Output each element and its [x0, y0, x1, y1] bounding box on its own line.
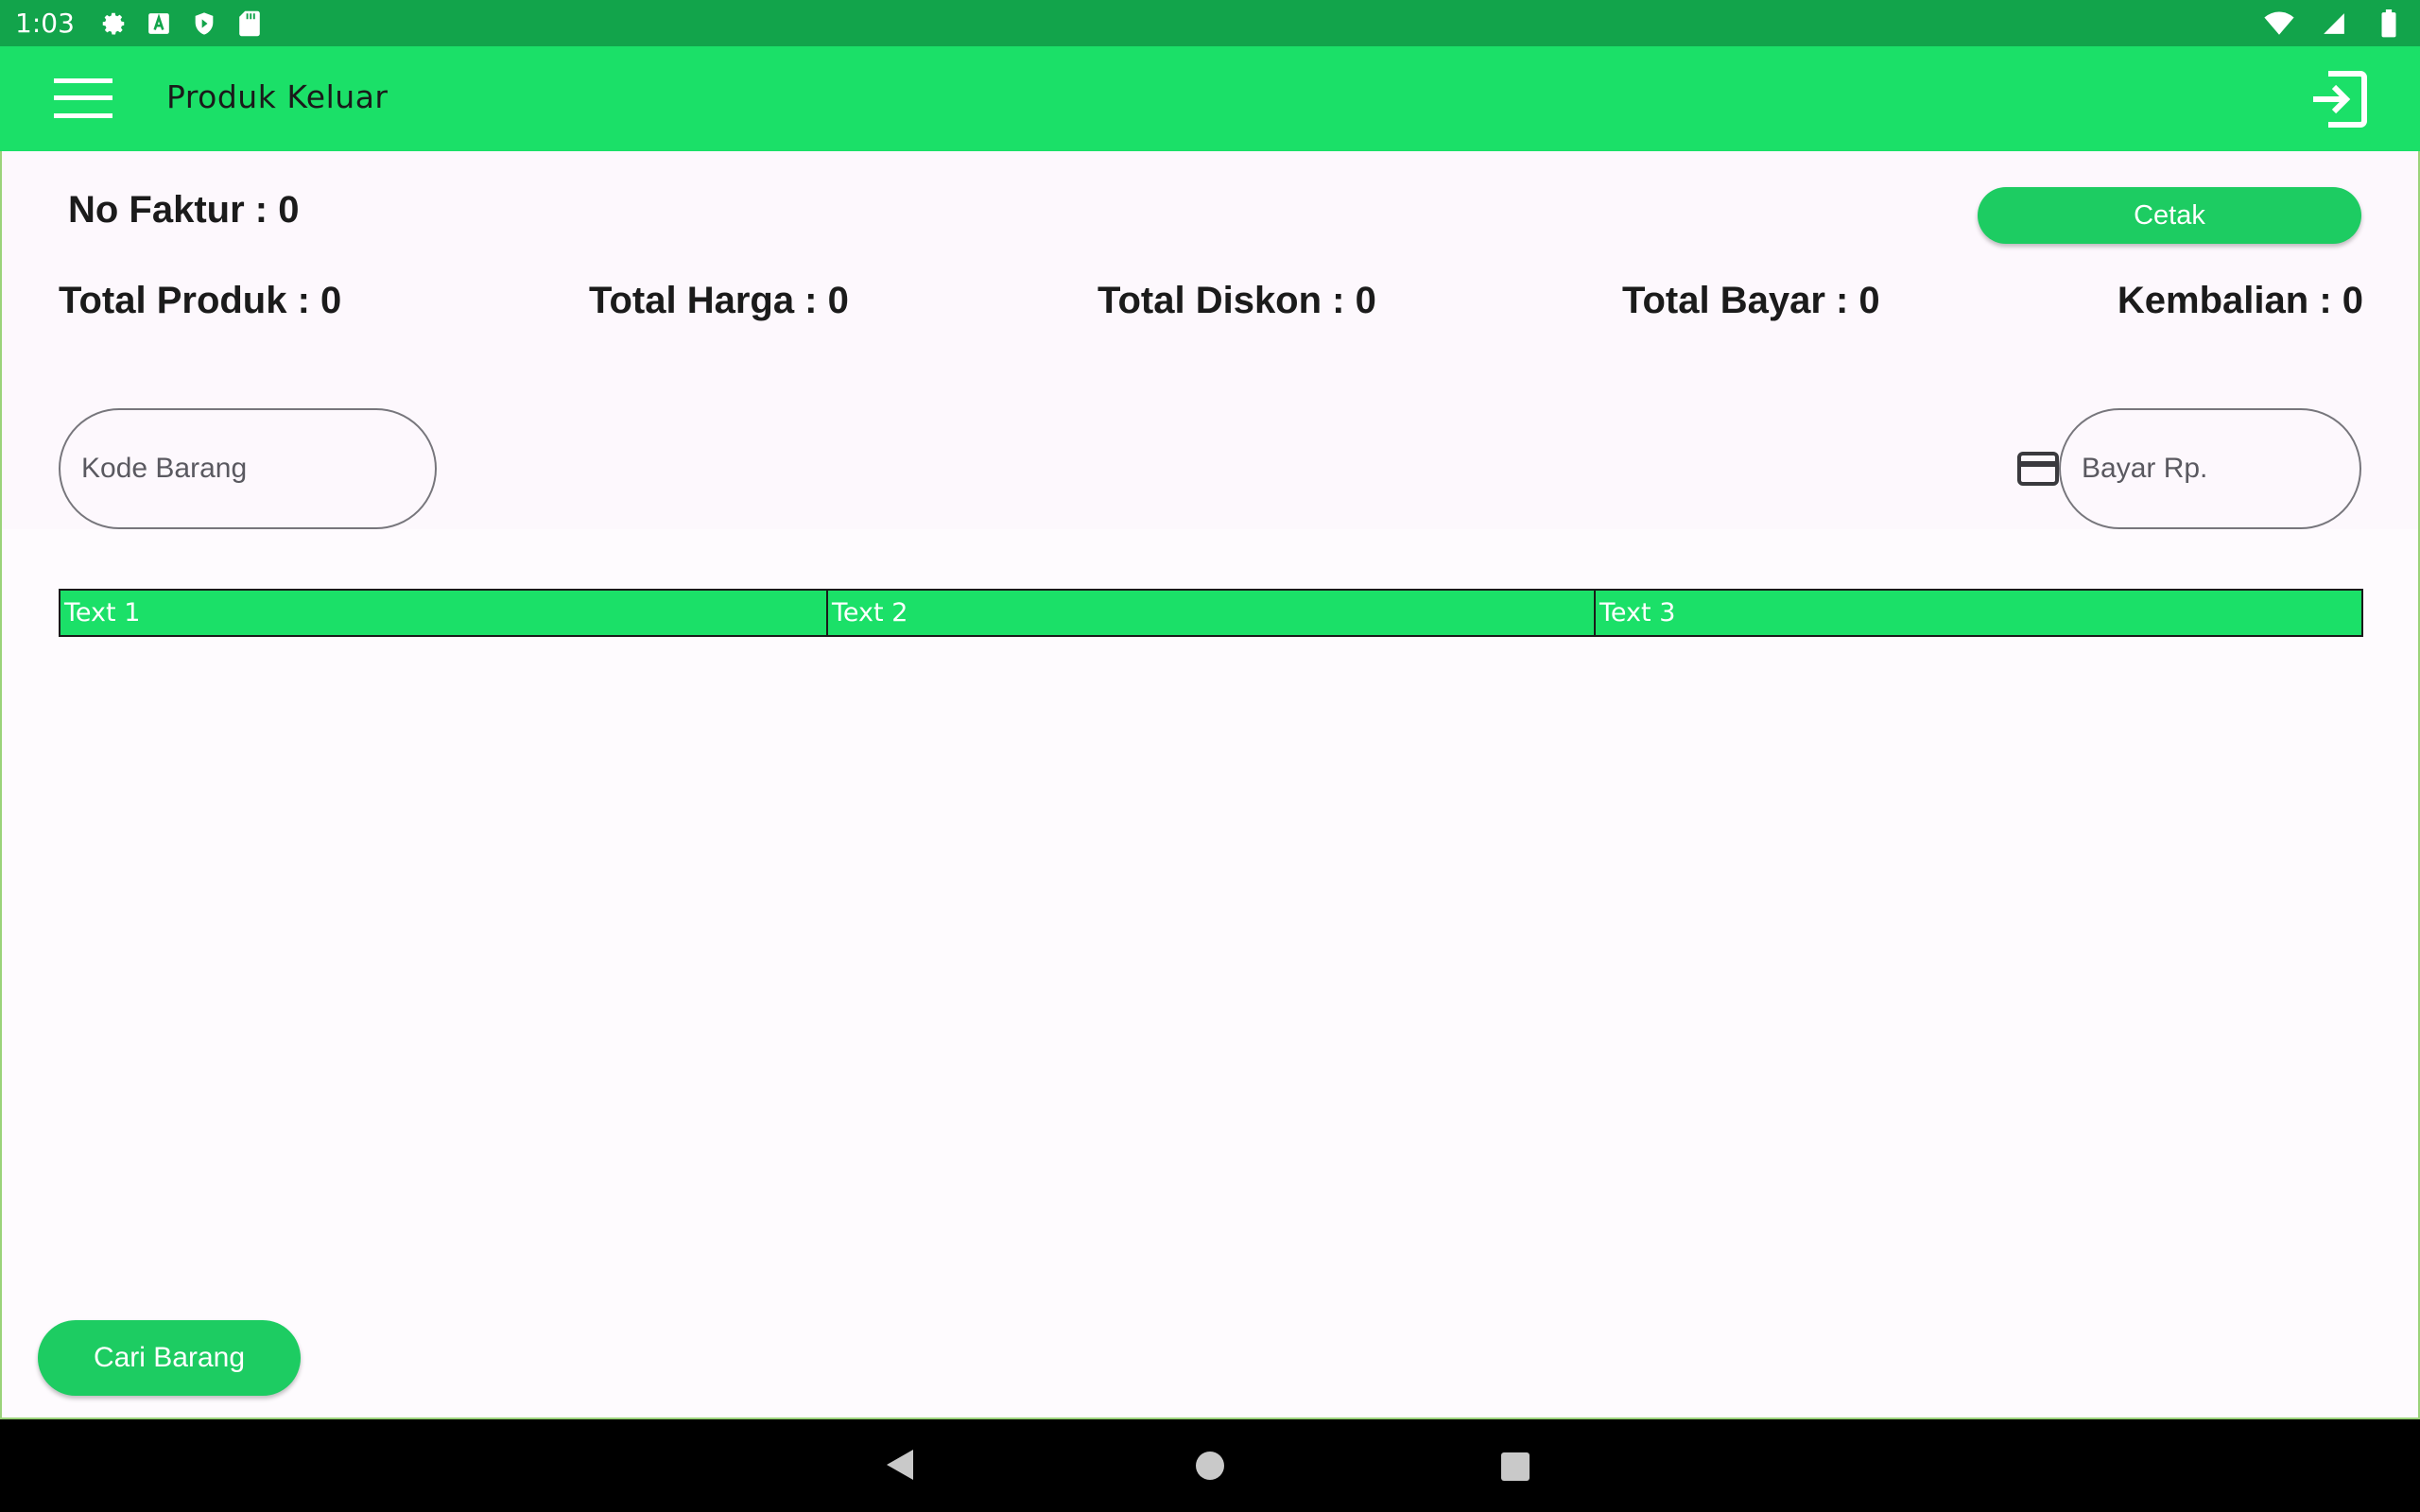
hamburger-menu-icon[interactable] — [45, 67, 121, 129]
status-bar: 1:03 — [0, 0, 2420, 46]
recent-apps-icon[interactable] — [1501, 1452, 1530, 1481]
exit-icon[interactable] — [2303, 63, 2375, 135]
wifi-icon — [2263, 8, 2295, 40]
gear-icon — [97, 8, 130, 40]
bayar-input[interactable] — [2059, 408, 2361, 529]
cari-barang-button[interactable]: Cari Barang — [38, 1320, 301, 1396]
totals-row: Total Produk : 0 Total Harga : 0 Total D… — [59, 280, 2363, 333]
invoice-number: No Faktur : 0 — [68, 189, 300, 231]
print-button[interactable]: Cetak — [1978, 187, 2361, 244]
total-diskon: Total Diskon : 0 — [1098, 280, 1376, 321]
sd-card-icon — [233, 8, 266, 40]
table-header-cell: Text 1 — [64, 598, 141, 627]
back-icon[interactable] — [885, 1448, 915, 1482]
table-header-cell: Text 2 — [826, 591, 1594, 635]
kode-barang-input[interactable] — [59, 408, 437, 529]
table-header-cell: Text 3 — [1594, 591, 2361, 635]
total-harga: Total Harga : 0 — [589, 280, 849, 321]
app-bar: Produk Keluar — [0, 46, 2420, 151]
table-header-row: Text 1 Text 2 Text 3 — [59, 589, 2363, 637]
content-area: No Faktur : 0 Cetak Total Produk : 0 Tot… — [0, 151, 2420, 1419]
credit-card-icon — [2017, 452, 2059, 486]
battery-icon — [2373, 8, 2405, 40]
table-panel — [2, 529, 2418, 1418]
total-bayar: Total Bayar : 0 — [1622, 280, 1880, 321]
page-title: Produk Keluar — [166, 78, 389, 115]
a-icon — [143, 8, 175, 40]
home-icon[interactable] — [1196, 1452, 1224, 1480]
shield-icon — [188, 8, 220, 40]
status-time: 1:03 — [15, 8, 75, 39]
signal-icon — [2318, 8, 2350, 40]
navigation-bar — [0, 1419, 2420, 1512]
total-produk: Total Produk : 0 — [59, 280, 342, 321]
kembalian: Kembalian : 0 — [2117, 280, 2363, 321]
